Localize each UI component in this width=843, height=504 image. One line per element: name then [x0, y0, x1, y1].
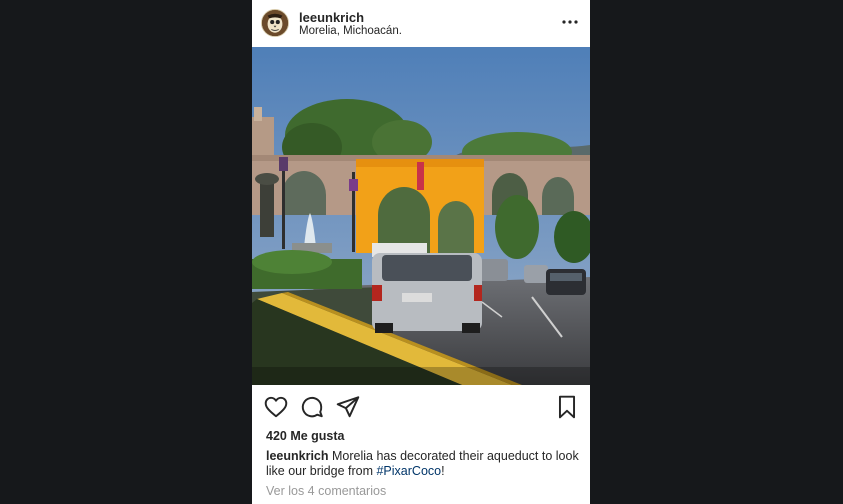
post-image[interactable] — [252, 47, 590, 385]
send-icon[interactable] — [335, 394, 361, 420]
post-actions — [252, 392, 590, 422]
more-options-icon[interactable] — [558, 12, 582, 32]
post-location[interactable]: Morelia, Michoacán. — [299, 25, 402, 37]
post-caption: leeunkrich Morelia has decorated their a… — [266, 449, 584, 479]
caption-suffix: ! — [441, 464, 445, 478]
bookmark-icon[interactable] — [554, 394, 580, 420]
comment-icon[interactable] — [299, 394, 325, 420]
instagram-post: leeunkrich Morelia, Michoacán. 420 Me gu… — [252, 0, 590, 504]
post-username[interactable]: leeunkrich — [299, 10, 364, 25]
heart-icon[interactable] — [263, 394, 289, 420]
likes-count[interactable]: 420 Me gusta — [266, 429, 345, 443]
post-header: leeunkrich Morelia, Michoacán. — [252, 0, 590, 47]
caption-username[interactable]: leeunkrich — [266, 449, 329, 463]
view-comments-link[interactable]: Ver los 4 comentarios — [266, 484, 386, 498]
caption-hashtag[interactable]: #PixarCoco — [376, 464, 441, 478]
avatar[interactable] — [261, 9, 289, 37]
